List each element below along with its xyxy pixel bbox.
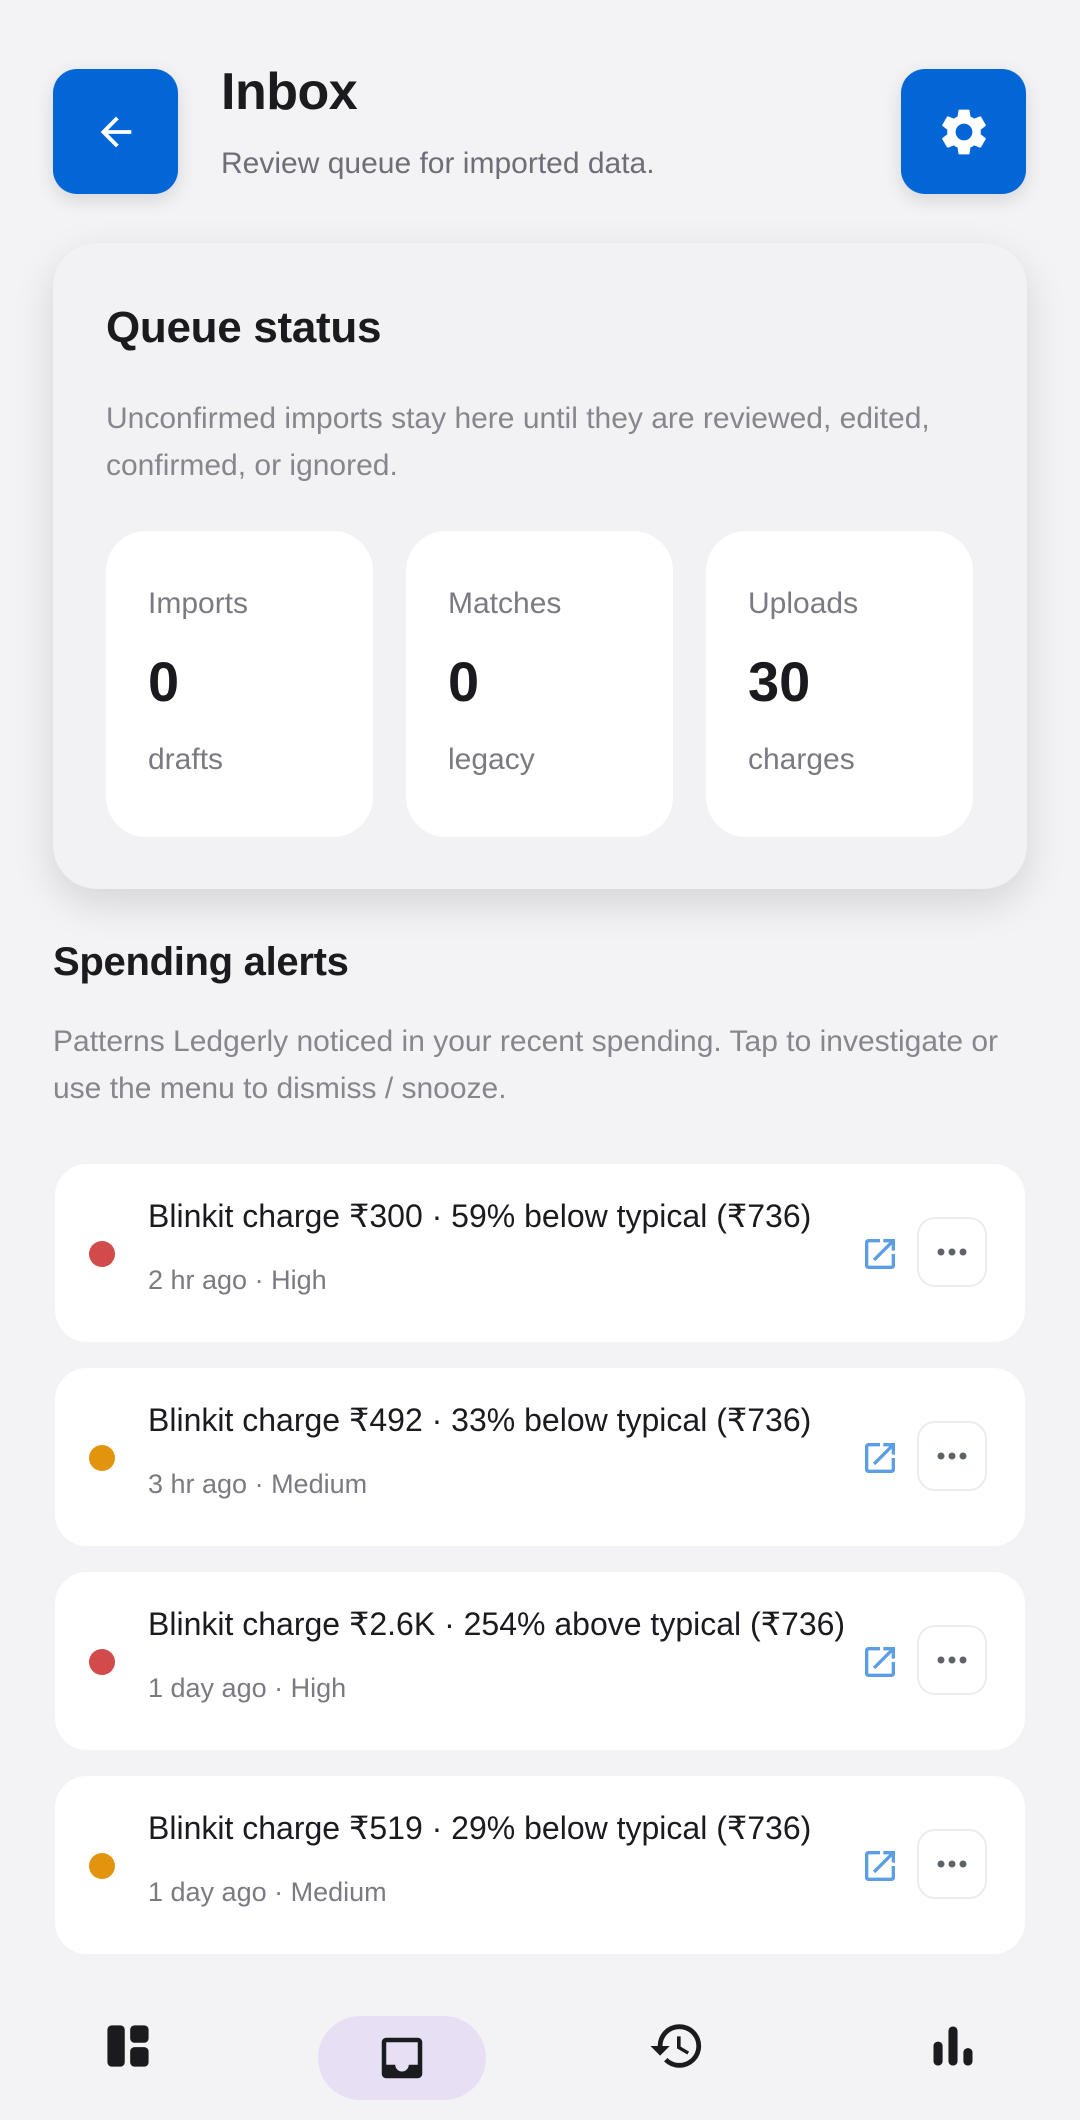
- severity-dot: [89, 1649, 115, 1675]
- alert-meta: 1 day ago · High: [148, 1673, 347, 1703]
- page-title: Inbox: [221, 63, 358, 121]
- nav-reports[interactable]: [898, 2016, 1008, 2076]
- alert-item[interactable]: Blinkit charge ₹492 · 33% below typical …: [55, 1368, 1025, 1546]
- alert-title: Blinkit charge ₹519 · 29% below typical …: [148, 1810, 812, 1846]
- inbox-icon: [381, 2037, 423, 2079]
- page-subtitle: Review queue for imported data.: [221, 147, 655, 180]
- settings-button[interactable]: [901, 69, 1026, 194]
- stat-uploads: Uploads 30 charges: [706, 531, 973, 837]
- queue-status-card: Queue status Unconfirmed imports stay he…: [53, 243, 1027, 889]
- more-horizontal-icon: [937, 1860, 967, 1868]
- open-alert-button[interactable]: [855, 1637, 905, 1687]
- spending-alerts-title: Spending alerts: [53, 940, 349, 984]
- stat-value: 0: [148, 650, 180, 713]
- alert-title: Blinkit charge ₹300 · 59% below typical …: [148, 1198, 812, 1234]
- nav-history[interactable]: [622, 2016, 732, 2076]
- bar-chart-icon: [933, 2026, 973, 2066]
- open-external-icon: [865, 1443, 895, 1473]
- open-alert-button[interactable]: [855, 1433, 905, 1483]
- stat-label: Imports: [148, 587, 249, 620]
- alert-title: Blinkit charge ₹492 · 33% below typical …: [148, 1402, 812, 1438]
- arrow-left-icon: [100, 116, 131, 147]
- more-options-button[interactable]: [917, 1421, 987, 1491]
- nav-dashboard[interactable]: [73, 2016, 183, 2076]
- more-options-button[interactable]: [917, 1829, 987, 1899]
- stat-value: 0: [448, 650, 480, 713]
- back-button[interactable]: [53, 69, 178, 194]
- history-icon: [650, 2024, 702, 2068]
- more-horizontal-icon: [937, 1452, 967, 1460]
- alert-meta: 1 day ago · Medium: [148, 1877, 387, 1907]
- stat-label: Uploads: [748, 587, 859, 620]
- stat-imports: Imports 0 drafts: [106, 531, 373, 837]
- more-horizontal-icon: [937, 1248, 967, 1256]
- open-external-icon: [865, 1647, 895, 1677]
- gear-icon: [941, 109, 986, 154]
- severity-dot: [89, 1853, 115, 1879]
- open-alert-button[interactable]: [855, 1841, 905, 1891]
- more-options-button[interactable]: [917, 1217, 987, 1287]
- severity-dot: [89, 1241, 115, 1267]
- more-horizontal-icon: [937, 1656, 967, 1664]
- alert-meta: 3 hr ago · Medium: [148, 1469, 368, 1499]
- stat-matches: Matches 0 legacy: [406, 531, 673, 837]
- alert-item[interactable]: Blinkit charge ₹519 · 29% below typical …: [55, 1776, 1025, 1954]
- alert-item[interactable]: Blinkit charge ₹2.6K · 254% above typica…: [55, 1572, 1025, 1750]
- nav-inbox[interactable]: [318, 2016, 486, 2100]
- stat-unit: charges: [748, 743, 855, 776]
- stat-unit: drafts: [148, 743, 224, 776]
- queue-status-title: Queue status: [106, 303, 382, 352]
- alert-meta: 2 hr ago · High: [148, 1265, 327, 1295]
- stat-unit: legacy: [448, 743, 535, 776]
- open-alert-button[interactable]: [855, 1229, 905, 1279]
- severity-dot: [89, 1445, 115, 1471]
- open-external-icon: [865, 1851, 895, 1881]
- open-external-icon: [865, 1239, 895, 1269]
- alert-title: Blinkit charge ₹2.6K · 254% above typica…: [148, 1606, 846, 1642]
- spending-alerts-description: Patterns Ledgerly noticed in your recent…: [53, 1025, 999, 1105]
- dashboard-icon: [107, 2025, 149, 2067]
- stat-value: 30: [748, 650, 811, 713]
- stat-label: Matches: [448, 587, 562, 620]
- more-options-button[interactable]: [917, 1625, 987, 1695]
- inbox-screen: Inbox Review queue for imported data. Qu…: [0, 0, 1080, 2120]
- bottom-navigation: [0, 1972, 1080, 2120]
- alert-item[interactable]: Blinkit charge ₹300 · 59% below typical …: [55, 1164, 1025, 1342]
- queue-status-description: Unconfirmed imports stay here until they…: [106, 402, 930, 482]
